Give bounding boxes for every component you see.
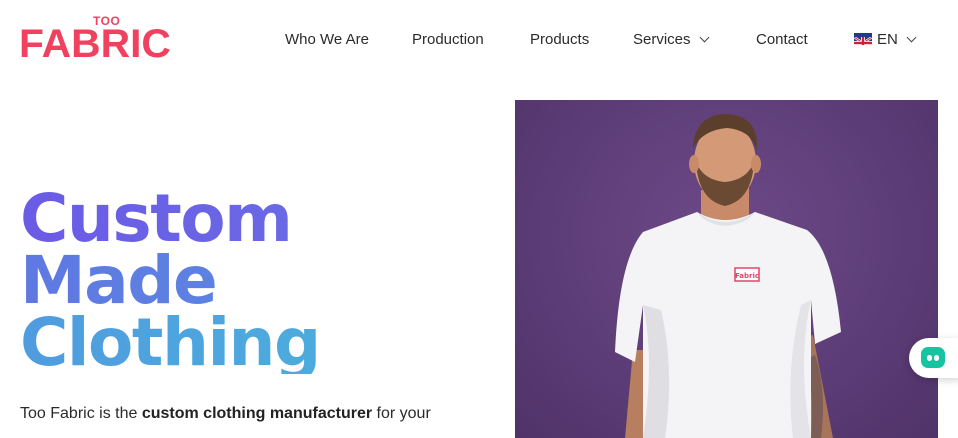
chat-widget-button[interactable] (909, 338, 958, 378)
intro-suffix: for your (372, 405, 431, 422)
language-switcher[interactable]: EN (854, 28, 917, 52)
nav-label: Contact (756, 31, 808, 48)
hero-intro-text: Too Fabric is the custom clothing manufa… (20, 405, 490, 423)
nav-item-production[interactable]: Production (412, 28, 484, 52)
headline-line-1: Custom (20, 186, 490, 252)
chat-bot-icon (921, 347, 945, 368)
nav-item-products[interactable]: Products (530, 28, 589, 52)
nav-item-contact[interactable]: Contact (756, 28, 808, 52)
hero-image: Fabric (515, 100, 938, 438)
intro-prefix: Too Fabric is the (20, 405, 142, 422)
nav-label: Services (633, 31, 691, 48)
main-nav: Who We Are Production Products Services … (0, 28, 958, 52)
nav-label: Who We Are (285, 31, 369, 48)
nav-item-services[interactable]: Services (633, 28, 709, 52)
model-illustration: Fabric (615, 114, 841, 438)
uk-flag-icon (854, 33, 872, 46)
language-label: EN (877, 31, 898, 48)
tshirt-logo: Fabric (735, 272, 759, 280)
nav-label: Products (530, 31, 590, 48)
nav-label: Production (412, 31, 484, 48)
chevron-down-icon (906, 32, 917, 43)
intro-bold: custom clothing manufacturer (141, 405, 373, 422)
nav-item-who-we-are[interactable]: Who We Are (285, 28, 369, 52)
chevron-down-icon (699, 32, 709, 43)
headline-line-2: Made (20, 248, 490, 314)
page: TOO FABRIC Who We Are Production Product… (0, 0, 958, 438)
headline-line-3: Clothing (20, 310, 490, 376)
hero-headline: Custom Made Clothing (20, 186, 490, 376)
